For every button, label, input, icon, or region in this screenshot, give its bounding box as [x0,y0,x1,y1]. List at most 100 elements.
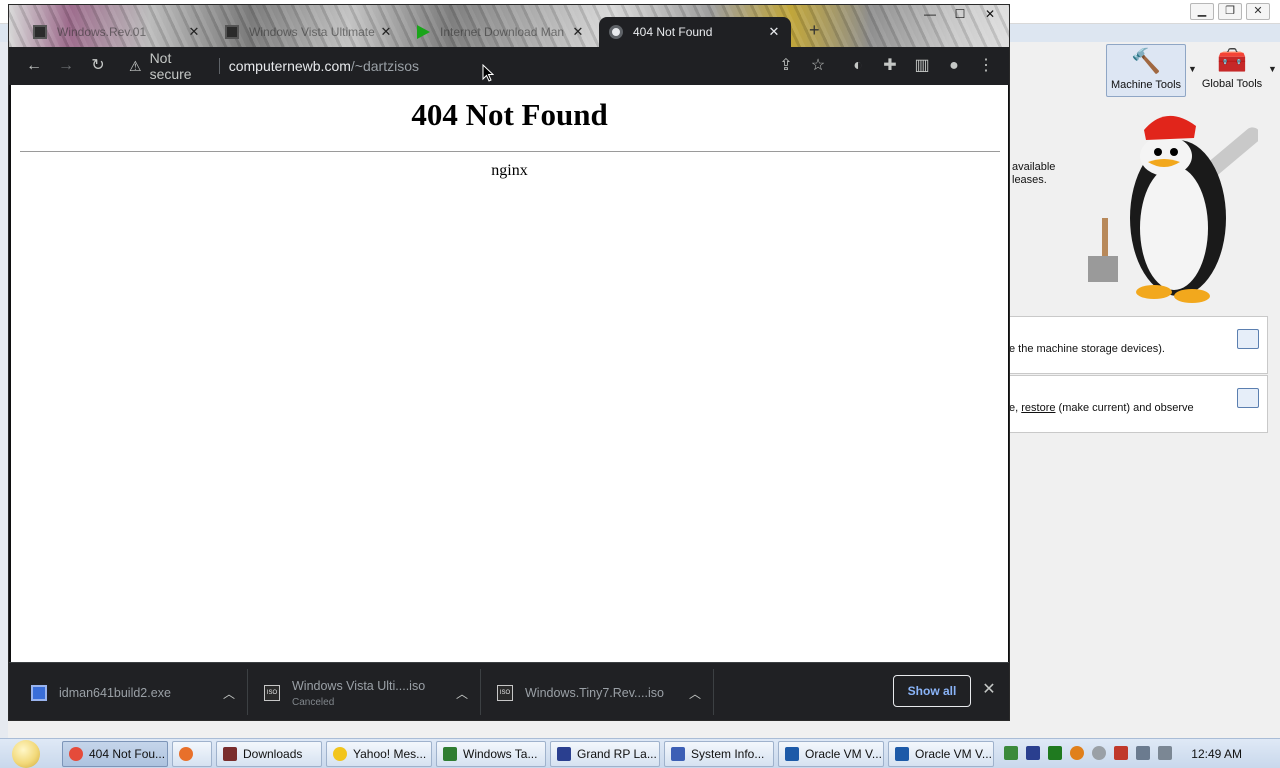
close-icon[interactable]: ✕ [1246,3,1270,20]
windows-taskbar: 404 Not Fou... Downloads Yahoo! Mes... W… [0,738,1280,768]
url-host[interactable]: computernewb.com [229,58,351,74]
task-manager-icon [443,747,457,761]
archive-icon [33,25,47,39]
game-launcher-icon [557,747,571,761]
page-title: 404 Not Found [411,97,608,132]
taskbar-clock[interactable]: 12:49 AM [1191,747,1242,761]
warning-icon[interactable]: ⚠ [129,58,142,75]
penguin-mascot-icon [1088,115,1258,303]
close-icon[interactable]: ✕ [981,679,997,703]
network-status-icon[interactable] [1136,746,1150,760]
share-icon[interactable]: ⇪ [775,55,797,77]
welcome-text-fragment: leases. [1012,174,1047,186]
address-bar[interactable]: ⚠ Not secure computernewb.com/~dartzisos [129,50,419,82]
taskbar-item-yahoo-messenger[interactable]: Yahoo! Mes... [326,741,432,767]
close-icon[interactable]: ✕ [187,24,201,40]
extensions-puzzle-icon[interactable]: ✚ [879,55,901,77]
chevron-up-icon[interactable]: ︿ [452,685,472,702]
download-item[interactable]: ISO Windows.Tiny7.Rev....iso ︿ [475,673,713,713]
tab-title: Windows Vista Ultimate [249,25,375,39]
global-tools-button[interactable]: 🧰 Global Tools [1200,44,1264,97]
taskbar-item-label: Windows Ta... [463,747,538,761]
virtualbox-icon [895,747,909,761]
server-signature: nginx [491,162,528,179]
security-status[interactable]: Not secure [150,50,210,82]
new-tab-button[interactable]: + [809,20,820,41]
network-icon[interactable] [1004,746,1018,760]
divider [218,58,220,74]
app-tray-icon[interactable] [1026,746,1040,760]
download-filename: idman641build2.exe [59,686,171,700]
minimize-icon[interactable]: ▁ [1190,3,1214,20]
download-status: Canceled [292,696,335,708]
chevron-down-icon[interactable]: ▼ [1188,64,1197,74]
bookmark-star-icon[interactable]: ☆ [807,55,829,77]
taskbar-item-firefox[interactable] [172,741,212,767]
show-all-button[interactable]: Show all [893,675,971,707]
action-center-icon[interactable] [1114,746,1128,760]
reload-icon[interactable]: ↻ [87,55,109,77]
taskbar-item-chrome[interactable]: 404 Not Fou... [62,741,168,767]
download-item[interactable]: ISO Windows Vista Ulti....iso Canceled ︿ [242,673,480,713]
machine-tools-label: Machine Tools [1110,79,1182,91]
chevron-up-icon[interactable]: ︿ [685,685,705,702]
restore-icon[interactable]: ❐ [1218,3,1242,20]
firefox-icon [179,747,193,761]
tab-windows-rev[interactable]: Windows.Rev.01 ✕ [23,17,211,47]
mouse-cursor-icon [482,64,494,82]
welcome-text-fragment: available [1012,161,1056,173]
taskbar-item-label: 404 Not Fou... [89,747,166,761]
profile-avatar-icon[interactable]: ● [943,55,965,77]
download-item[interactable]: idman641build2.exe ︿ [9,673,247,713]
close-icon[interactable]: ✕ [979,6,1001,22]
close-icon[interactable]: ✕ [767,24,781,40]
smiley-icon [333,747,347,761]
close-icon[interactable]: ✕ [571,24,585,40]
machine-tools-button[interactable]: 🔨 Machine Tools [1106,44,1186,97]
back-arrow-icon[interactable]: ← [23,55,45,77]
status-tray-icon[interactable] [1092,746,1106,760]
tab-404-not-found[interactable]: 404 Not Found ✕ [599,17,791,47]
extension-flag-icon[interactable]: ◐ [847,55,869,77]
archive-icon [225,25,239,39]
url-path[interactable]: /~dartzisos [351,58,419,74]
taskbar-item-downloads[interactable]: Downloads [216,741,322,767]
taskbar-item-oracle-vm-2[interactable]: Oracle VM V... [888,741,994,767]
divider [20,151,1000,152]
start-orb-icon [12,740,40,768]
taskbar-item-task-manager[interactable]: Windows Ta... [436,741,546,767]
volume-icon[interactable] [1158,746,1172,760]
minimize-icon[interactable]: — [919,6,941,22]
chrome-icon [69,747,83,761]
chevron-up-icon[interactable]: ︿ [219,685,239,702]
taskbar-item-system-info[interactable]: System Info... [664,741,774,767]
start-button[interactable] [4,740,48,768]
search-icon[interactable] [1070,746,1084,760]
monitor-tray-icon[interactable] [1048,746,1062,760]
play-icon [417,25,430,39]
download-filename: Windows Vista Ulti....iso Canceled [292,679,452,708]
taskbar-item-oracle-vm-1[interactable]: Oracle VM V... [778,741,884,767]
tab-windows-vista[interactable]: Windows Vista Ultimate ✕ [215,17,403,47]
iso-file-icon: ISO [497,685,513,701]
restore-link[interactable]: restore [1021,402,1055,414]
media-tool-description: e the machine storage devices). [1009,343,1165,355]
tab-internet-download-manager[interactable]: Internet Download Man ✕ [407,17,595,47]
snapshots-tool-description: e, restore (make current) and observe [1009,402,1194,414]
kebab-menu-icon[interactable]: ⋮ [975,55,997,77]
taskbar-item-label: Oracle VM V... [805,747,882,761]
installer-icon [31,685,47,701]
chevron-down-icon[interactable]: ▼ [1268,64,1277,74]
taskbar-item-grand-rp[interactable]: Grand RP La... [550,741,660,767]
side-panel-icon[interactable]: ▥ [911,55,933,77]
virtualbox-icon [785,747,799,761]
close-icon[interactable]: ✕ [379,24,393,40]
tab-title: 404 Not Found [633,25,713,39]
media-tool-card[interactable]: e the machine storage devices). [1008,316,1268,374]
snapshots-tool-card[interactable]: e, restore (make current) and observe [1008,375,1268,433]
system-info-icon [671,747,685,761]
media-manager-icon [1237,329,1259,349]
forward-arrow-icon[interactable]: → [55,55,77,77]
downloads-bar: idman641build2.exe ︿ ISO Windows Vista U… [9,662,1009,720]
maximize-icon[interactable]: ☐ [949,6,971,22]
